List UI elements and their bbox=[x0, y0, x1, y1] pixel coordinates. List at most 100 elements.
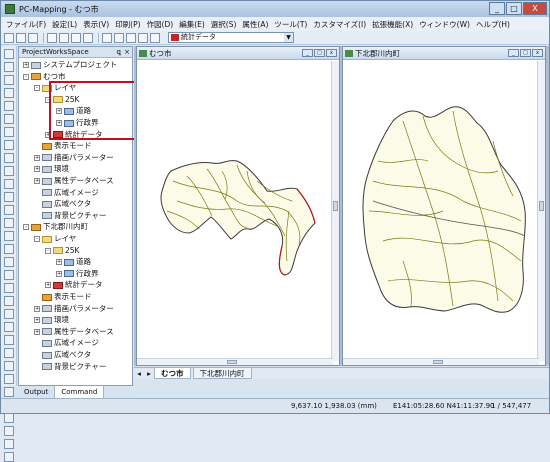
menu-item[interactable]: ファイル(F) bbox=[3, 19, 49, 30]
text-icon[interactable] bbox=[4, 140, 14, 150]
minimize-button[interactable]: _ bbox=[302, 49, 313, 57]
vertical-scrollbar[interactable] bbox=[331, 61, 339, 361]
attribute-icon[interactable] bbox=[114, 32, 124, 43]
zoom-out-icon[interactable] bbox=[4, 75, 14, 85]
doc-tab-mutsu[interactable]: むつ市 bbox=[154, 368, 191, 379]
expander-icon[interactable]: + bbox=[34, 154, 40, 161]
paste-icon[interactable] bbox=[71, 32, 81, 43]
expander-icon[interactable]: - bbox=[34, 85, 40, 92]
menu-item[interactable]: 編集(E) bbox=[176, 19, 208, 30]
expander-icon[interactable]: + bbox=[45, 282, 51, 289]
menu-item[interactable]: 表示(V) bbox=[80, 19, 112, 30]
table-icon[interactable] bbox=[4, 387, 14, 397]
layer-select[interactable]: 統計データ ▼ bbox=[168, 32, 294, 43]
tree-item[interactable]: + 環境 bbox=[34, 164, 69, 174]
north-icon[interactable] bbox=[4, 283, 14, 293]
expander-icon[interactable]: + bbox=[56, 270, 62, 277]
print-icon[interactable] bbox=[83, 32, 93, 43]
expander-icon[interactable]: + bbox=[56, 259, 62, 266]
minimize-button[interactable]: _ bbox=[508, 49, 519, 57]
expander-icon[interactable]: + bbox=[34, 166, 40, 173]
menu-item[interactable]: 作図(D) bbox=[144, 19, 177, 30]
menu-item[interactable]: ツール(T) bbox=[271, 19, 310, 30]
save-icon[interactable] bbox=[28, 32, 38, 43]
menu-item[interactable]: 印刷(P) bbox=[112, 19, 143, 30]
help-icon[interactable] bbox=[4, 309, 14, 319]
map-icon[interactable] bbox=[4, 426, 14, 436]
close-button[interactable]: x bbox=[532, 49, 543, 57]
attribute-icon[interactable] bbox=[4, 179, 14, 189]
tree-item[interactable]: + 行政界 bbox=[56, 269, 99, 279]
expander-icon[interactable]: + bbox=[34, 328, 40, 335]
tree-item[interactable]: + 道路 bbox=[56, 257, 91, 267]
map-window-mutsu[interactable]: むつ市 _ □ x bbox=[136, 46, 340, 366]
refresh-icon[interactable] bbox=[4, 192, 14, 202]
tree-item[interactable]: + 統計データ bbox=[45, 280, 103, 290]
tree-item[interactable]: - 25K bbox=[45, 246, 79, 256]
select-icon[interactable] bbox=[4, 49, 14, 59]
grid-icon[interactable] bbox=[4, 244, 14, 254]
expander-icon[interactable]: + bbox=[23, 62, 29, 68]
table-icon[interactable] bbox=[126, 32, 136, 43]
zoom-in-icon[interactable] bbox=[4, 62, 14, 72]
map-window-kawauchi[interactable]: 下北郡川内町 _ □ x bbox=[342, 46, 546, 366]
panel-close-icon[interactable]: × bbox=[124, 47, 130, 58]
tree-item[interactable]: 広域ベクタ bbox=[34, 199, 91, 209]
scroll-thumb[interactable] bbox=[433, 360, 443, 364]
scroll-thumb[interactable] bbox=[333, 201, 338, 211]
tree-item[interactable]: 広域イメージ bbox=[34, 338, 99, 348]
chevron-left-icon[interactable]: ◂ bbox=[134, 369, 144, 378]
maximize-button[interactable]: □ bbox=[506, 2, 522, 15]
tree-item[interactable]: + 描画パラメーター bbox=[34, 304, 114, 314]
horizontal-scrollbar[interactable] bbox=[343, 358, 539, 365]
expander-icon[interactable]: + bbox=[34, 305, 40, 312]
search-icon[interactable] bbox=[4, 205, 14, 215]
close-button[interactable]: x bbox=[326, 49, 337, 57]
filter-icon[interactable] bbox=[4, 218, 14, 228]
tree-item[interactable]: + システムプロジェクト bbox=[23, 60, 117, 70]
draw-line-icon[interactable] bbox=[4, 114, 14, 124]
pin-icon[interactable]: ꝗ bbox=[117, 47, 121, 58]
print-icon[interactable] bbox=[4, 413, 14, 423]
tree-item[interactable]: 表示モード bbox=[34, 292, 92, 302]
restore-button[interactable]: □ bbox=[314, 49, 325, 57]
chart-icon[interactable] bbox=[138, 32, 148, 43]
horizontal-scrollbar[interactable] bbox=[137, 358, 333, 365]
tree-item[interactable]: 広域ベクタ bbox=[34, 350, 91, 360]
chevron-right-icon[interactable]: ▸ bbox=[144, 369, 154, 378]
menu-item[interactable]: ウィンドウ(W) bbox=[416, 19, 473, 30]
legend-icon[interactable] bbox=[4, 257, 14, 267]
vertical-scrollbar[interactable] bbox=[537, 61, 545, 361]
expander-icon[interactable]: - bbox=[45, 247, 51, 254]
tab-command[interactable]: Command bbox=[55, 386, 105, 398]
close-icon[interactable] bbox=[4, 452, 14, 462]
menu-item[interactable]: 設定(L) bbox=[49, 19, 80, 30]
layer-icon[interactable] bbox=[4, 166, 14, 176]
menu-item[interactable]: 拡張機能(X) bbox=[369, 19, 416, 30]
expander-icon[interactable]: - bbox=[23, 73, 29, 80]
menu-item[interactable]: 属性(A) bbox=[239, 19, 271, 30]
tree-item[interactable]: + 属性データベース bbox=[34, 327, 114, 337]
minimize-button[interactable]: _ bbox=[489, 2, 505, 15]
expander-icon[interactable]: + bbox=[34, 317, 40, 324]
tree-item[interactable]: 背景ピクチャー bbox=[34, 362, 106, 372]
erase-icon[interactable] bbox=[4, 348, 14, 358]
style-icon[interactable] bbox=[4, 374, 14, 384]
open-icon[interactable] bbox=[16, 32, 26, 43]
doc-tab-kawauchi[interactable]: 下北郡川内町 bbox=[192, 368, 252, 379]
tree-item[interactable]: + 属性データベース bbox=[34, 176, 114, 186]
map-canvas-mutsu[interactable] bbox=[137, 61, 333, 361]
info-icon[interactable] bbox=[4, 153, 14, 163]
map-canvas-kawauchi[interactable] bbox=[343, 61, 539, 361]
expander-icon[interactable]: + bbox=[34, 178, 40, 184]
window-icon[interactable] bbox=[4, 439, 14, 449]
measure-icon[interactable] bbox=[4, 101, 14, 111]
settings-icon[interactable] bbox=[150, 32, 160, 43]
fill-icon[interactable] bbox=[4, 361, 14, 371]
expander-icon[interactable]: - bbox=[34, 236, 40, 242]
tree-item[interactable]: - 下北郡川内町 bbox=[23, 222, 88, 232]
tree-item[interactable]: 表示モード bbox=[34, 141, 92, 151]
tree-item[interactable]: - レイヤ bbox=[34, 234, 76, 244]
cut-icon[interactable] bbox=[47, 32, 57, 43]
new-icon[interactable] bbox=[4, 32, 14, 43]
